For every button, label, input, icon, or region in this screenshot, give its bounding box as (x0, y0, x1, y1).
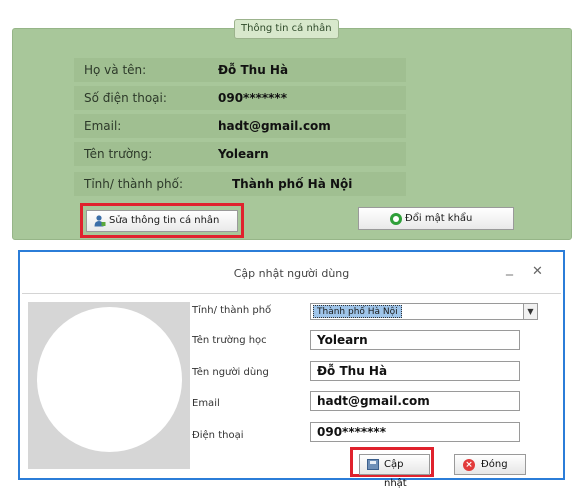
close-circle-icon: × (463, 459, 475, 471)
dialog-title-divider (22, 293, 561, 294)
email-input[interactable]: hadt@gmail.com (310, 391, 520, 411)
change-password-label: Đổi mật khẩu (405, 213, 473, 224)
info-row-school: Tên trường: Yolearn (74, 142, 406, 166)
avatar-frame[interactable] (28, 302, 190, 469)
update-user-dialog: Cập nhật người dùng _ ✕ Tỉnh/ thành phố … (18, 250, 565, 489)
info-row-fullname: Họ và tên: Đỗ Thu Hà (74, 58, 406, 82)
email-value: hadt@gmail.com (218, 119, 331, 133)
province-select-value: Thành phố Hà Nội (313, 305, 402, 318)
username-field-label: Tên người dùng (192, 367, 269, 378)
close-button-label: Đóng (481, 459, 508, 470)
info-row-province: Tỉnh/ thành phố: Thành phố Hà Nội (74, 172, 406, 196)
minimize-icon[interactable]: _ (506, 260, 513, 276)
phone-input[interactable]: 090******* (310, 422, 520, 442)
province-select[interactable]: Thành phố Hà Nội ▼ (310, 303, 538, 320)
edit-profile-label: Sửa thông tin cá nhân (109, 215, 220, 226)
fullname-value: Đỗ Thu Hà (218, 63, 289, 77)
school-input[interactable]: Yolearn (310, 330, 520, 350)
update-button[interactable]: Cập nhật (359, 454, 430, 489)
username-input[interactable]: Đỗ Thu Hà (310, 361, 520, 381)
school-label: Tên trường: (84, 147, 153, 161)
email-field-label: Email (192, 398, 220, 409)
province-value: Thành phố Hà Nội (232, 177, 353, 191)
key-icon (390, 213, 402, 225)
save-icon (367, 459, 379, 470)
change-password-button[interactable]: Đổi mật khẩu (358, 207, 514, 230)
close-icon[interactable]: ✕ (532, 264, 543, 279)
email-label: Email: (84, 119, 122, 133)
update-button-label: Cập nhật (384, 459, 407, 489)
close-button[interactable]: × Đóng (454, 454, 526, 475)
phone-value: 090******* (218, 91, 287, 105)
fullname-label: Họ và tên: (84, 63, 147, 77)
phone-label: Số điện thoại: (84, 91, 167, 105)
info-row-email: Email: hadt@gmail.com (74, 114, 406, 138)
user-edit-icon (94, 215, 106, 227)
dialog-title: Cập nhật người dùng (233, 267, 350, 280)
phone-field-label: Điện thoại (192, 430, 244, 441)
province-field-label: Tỉnh/ thành phố (192, 305, 272, 316)
school-value: Yolearn (218, 147, 269, 161)
personal-info-legend: Thông tin cá nhân (234, 19, 339, 39)
school-field-label: Tên trường học (192, 335, 267, 346)
info-row-phone: Số điện thoại: 090******* (74, 86, 406, 110)
province-label: Tỉnh/ thành phố: (84, 177, 184, 191)
chevron-down-icon[interactable]: ▼ (523, 304, 537, 319)
edit-profile-button[interactable]: Sửa thông tin cá nhân (86, 210, 238, 232)
avatar (37, 307, 182, 452)
